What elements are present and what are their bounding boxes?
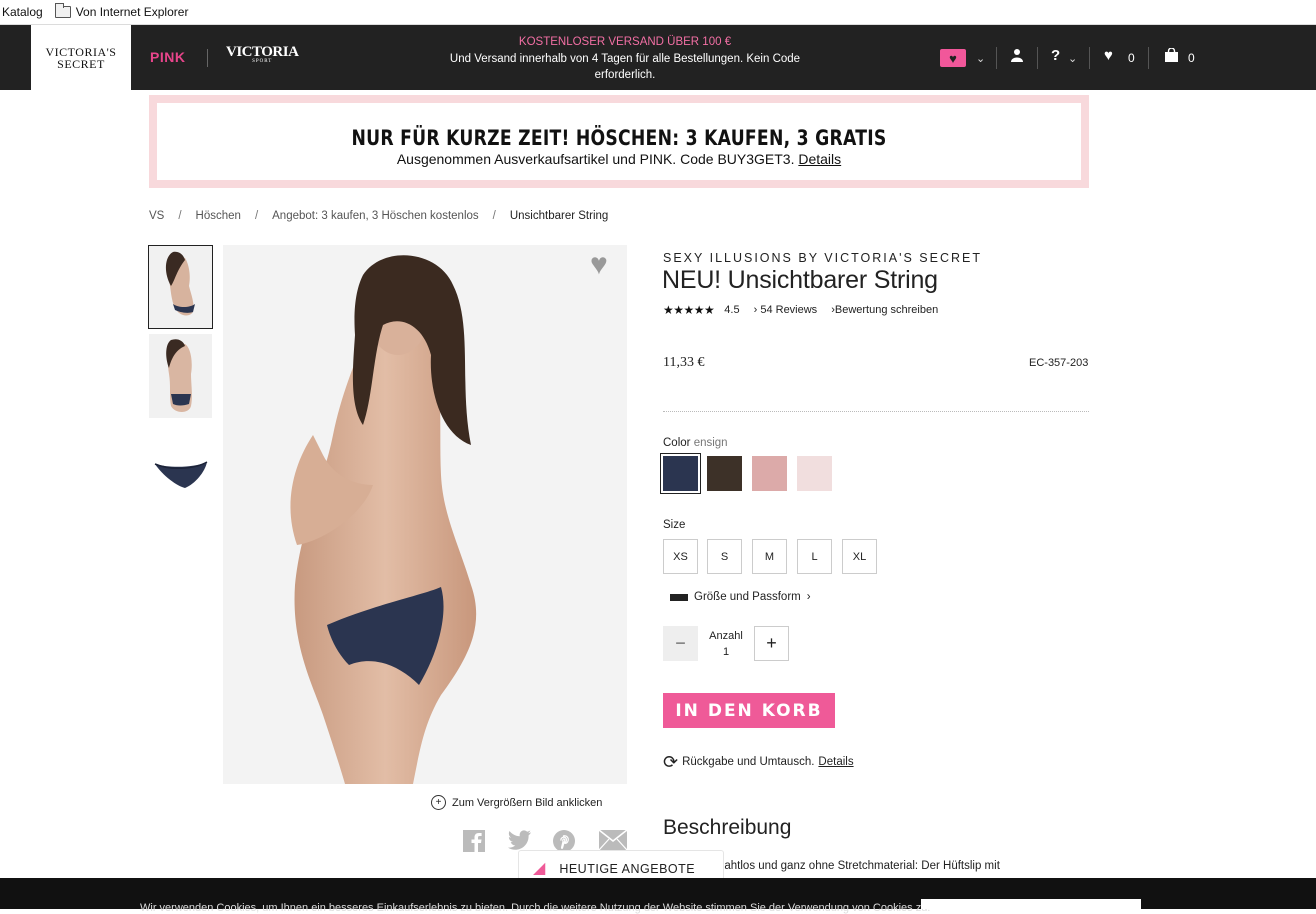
size-and-fit-link[interactable]: Größe und Passform › bbox=[670, 591, 811, 603]
banner-subtitle: Ausgenommen Ausverkaufsartikel und PINK.… bbox=[157, 151, 1081, 167]
color-label-text: Color bbox=[663, 437, 691, 449]
bag-count: 0 bbox=[1188, 51, 1195, 65]
returns-info: ⟳ Rückgabe und Umtausch. Details bbox=[663, 753, 854, 771]
banner-details-link[interactable]: Details bbox=[798, 151, 841, 167]
returns-details-link[interactable]: Details bbox=[818, 756, 853, 768]
write-review-link[interactable]: ›Bewertung schreiben bbox=[831, 304, 938, 316]
breadcrumb-separator: / bbox=[254, 210, 259, 222]
breadcrumb-item-angebot[interactable]: Angebot: 3 kaufen, 3 Höschen kostenlos bbox=[272, 210, 479, 222]
description-text: nahtlos und ganz ohne Stretchmaterial: D… bbox=[718, 860, 1000, 872]
description-heading: Beschreibung bbox=[663, 816, 792, 839]
promo-banner: NUR FÜR KURZE ZEIT! HÖSCHEN: 3 KAUFEN, 3… bbox=[149, 95, 1089, 188]
color-label: Color ensign bbox=[663, 437, 728, 449]
quantity-display: Anzahl 1 bbox=[704, 628, 748, 660]
star-rating-icon: ★★★★★ bbox=[663, 303, 715, 317]
quantity-increase-button[interactable]: + bbox=[754, 626, 789, 661]
main-product-image[interactable] bbox=[223, 245, 627, 784]
facebook-icon[interactable] bbox=[463, 830, 485, 858]
shipping-promo[interactable]: KOSTENLOSER VERSAND ÜBER 100 € Und Versa… bbox=[420, 34, 830, 84]
chevron-right-icon: › bbox=[806, 591, 811, 603]
add-to-cart-button[interactable]: IN DEN KORB bbox=[663, 693, 835, 728]
site-header: VICTORIA'S SECRET PINK VICTORIA SPORT KO… bbox=[0, 25, 1316, 90]
zoom-label: Zum Vergrößern Bild anklicken bbox=[452, 796, 603, 809]
zoom-icon: + bbox=[431, 795, 446, 810]
favorite-label: Katalog bbox=[2, 5, 43, 19]
size-button-xl[interactable]: XL bbox=[842, 539, 877, 574]
banner-subtitle-text: Ausgenommen Ausverkaufsartikel und PINK.… bbox=[396, 151, 795, 167]
favorite-katalog[interactable]: Katalog bbox=[2, 5, 43, 19]
size-button-xs[interactable]: XS bbox=[663, 539, 698, 574]
deals-tab-label: HEUTIGE ANGEBOTE bbox=[559, 862, 696, 876]
pink-logo[interactable]: PINK bbox=[150, 49, 185, 65]
folder-icon bbox=[54, 3, 71, 18]
rating-summary: ★★★★★ 4.5 › 54 Reviews ›Bewertung schrei… bbox=[663, 303, 938, 317]
thumbnail-1[interactable] bbox=[148, 245, 213, 329]
love-menu-heart-icon[interactable]: ♥ bbox=[940, 49, 966, 67]
product-sku: EC-357-203 bbox=[1029, 357, 1089, 369]
color-swatch-rose[interactable] bbox=[752, 456, 787, 491]
account-icon[interactable] bbox=[1011, 48, 1023, 65]
size-button-s[interactable]: S bbox=[707, 539, 742, 574]
breadcrumb-item-vs[interactable]: VS bbox=[149, 210, 164, 222]
promo-title: KOSTENLOSER VERSAND ÜBER 100 € bbox=[518, 36, 732, 48]
quantity-value: 1 bbox=[722, 646, 730, 658]
color-swatch-light-pink[interactable] bbox=[797, 456, 832, 491]
color-swatch-brown[interactable] bbox=[707, 456, 742, 491]
breadcrumb-separator: / bbox=[178, 210, 182, 222]
size-label: Size bbox=[663, 519, 686, 531]
favorites-bar: Katalog Von Internet Explorer bbox=[0, 0, 1316, 25]
thumbnail-3[interactable] bbox=[149, 440, 212, 516]
header-divider bbox=[996, 47, 997, 69]
product-brand: SEXY ILLUSIONS BY VICTORIA'S SECRET bbox=[663, 251, 982, 265]
breadcrumb-item-current: Unsichtbarer String bbox=[509, 210, 609, 222]
zoom-hint[interactable]: + Zum Vergrößern Bild anklicken bbox=[431, 795, 602, 810]
header-divider bbox=[1037, 47, 1038, 69]
divider bbox=[663, 411, 1089, 412]
chevron-down-icon[interactable]: ⌄ bbox=[1068, 52, 1077, 65]
quantity-label: Anzahl bbox=[709, 630, 743, 642]
promo-text: Und Versand innerhalb von 4 Tagen für al… bbox=[449, 52, 801, 82]
rating-value: 4.5 bbox=[724, 304, 740, 316]
todays-deals-tab[interactable]: ◢ HEUTIGE ANGEBOTE bbox=[518, 850, 724, 880]
header-divider bbox=[1089, 47, 1090, 69]
size-button-l[interactable]: L bbox=[797, 539, 832, 574]
reviews-link[interactable]: › 54 Reviews bbox=[754, 304, 818, 316]
victorias-secret-logo[interactable]: VICTORIA'S SECRET bbox=[31, 25, 131, 90]
help-icon[interactable]: ? bbox=[1051, 47, 1060, 64]
cookie-accept-button[interactable] bbox=[921, 899, 1141, 909]
breadcrumb: VS / Höschen / Angebot: 3 kaufen, 3 Hösc… bbox=[149, 210, 608, 222]
tag-icon: ◢ bbox=[533, 860, 546, 877]
logo-divider bbox=[207, 49, 208, 67]
cookie-banner: Wir verwenden Cookies, um Ihnen ein bess… bbox=[0, 878, 1316, 914]
victoria-sport-logo[interactable]: VICTORIA SPORT bbox=[226, 44, 299, 65]
size-button-m[interactable]: M bbox=[752, 539, 787, 574]
selected-color-name: ensign bbox=[693, 437, 728, 449]
wishlist-heart-icon[interactable]: ♥ bbox=[1104, 47, 1113, 64]
breadcrumb-separator: / bbox=[492, 210, 496, 222]
wishlist-count: 0 bbox=[1128, 51, 1135, 65]
reviews-link-label: 54 Reviews bbox=[760, 304, 818, 316]
product-price: 11,33 € bbox=[663, 355, 705, 370]
favorite-label: Von Internet Explorer bbox=[75, 5, 189, 19]
banner-title: NUR FÜR KURZE ZEIT! HÖSCHEN: 3 KAUFEN, 3… bbox=[351, 126, 887, 150]
quantity-decrease-button[interactable]: − bbox=[663, 626, 698, 661]
cookie-text: Wir verwenden Cookies, um Ihnen ein bess… bbox=[140, 902, 931, 914]
fit-link-label: Größe und Passform bbox=[694, 591, 801, 603]
logo-line-1: VICTORIA'S bbox=[45, 44, 117, 59]
color-swatch-ensign[interactable] bbox=[660, 453, 701, 494]
shopping-bag-icon[interactable] bbox=[1165, 47, 1178, 65]
sport-logo-main: VICTORIA bbox=[226, 44, 299, 60]
product-title: NEU! Unsichtbarer String bbox=[662, 266, 938, 294]
write-review-label: Bewertung schreiben bbox=[834, 304, 939, 316]
favorite-internet-explorer[interactable]: Von Internet Explorer bbox=[54, 3, 189, 19]
logo-line-2: SECRET bbox=[57, 56, 105, 71]
exchange-icon: ⟳ bbox=[663, 752, 679, 772]
returns-text: Rückgabe und Umtausch. bbox=[682, 756, 815, 768]
chevron-down-icon[interactable]: ⌄ bbox=[976, 52, 985, 65]
header-divider bbox=[1148, 47, 1149, 69]
add-to-wishlist-heart-icon[interactable]: ♥ bbox=[590, 250, 608, 280]
breadcrumb-item-hoeschen[interactable]: Höschen bbox=[196, 210, 241, 222]
ruler-icon bbox=[670, 593, 688, 601]
thumbnail-2[interactable] bbox=[149, 334, 212, 418]
